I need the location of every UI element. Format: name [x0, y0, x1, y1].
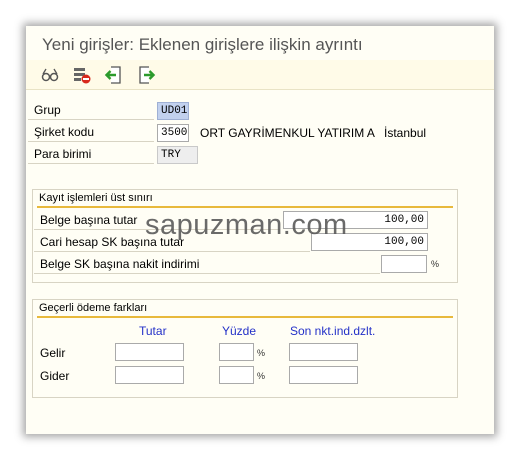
belge-tutar-field[interactable]: 100,00 [283, 211, 428, 229]
cari-hesap-field[interactable]: 100,00 [311, 233, 428, 251]
gelir-son-field[interactable] [289, 343, 358, 361]
toolbar [26, 60, 494, 90]
grup-field[interactable]: UD01 [157, 102, 189, 120]
para-birimi-field[interactable]: TRY [157, 146, 198, 164]
gelir-yuzde-field[interactable] [219, 343, 254, 361]
payment-divider [37, 316, 453, 318]
nakit-indirimi-label: Belge SK başına nakit indirimi [34, 255, 380, 274]
row-gelir-label: Gelir [40, 346, 66, 360]
gelir-percent-sign: % [257, 348, 266, 358]
limits-divider [37, 206, 453, 208]
nakit-indirimi-field[interactable] [381, 255, 427, 273]
glasses-icon[interactable] [40, 65, 60, 85]
gider-yuzde-field[interactable] [219, 366, 254, 384]
gelir-tutar-field[interactable] [115, 343, 184, 361]
payment-group-title: Geçerli ödeme farkları [39, 302, 148, 314]
sirket-name: ORT GAYRİMENKUL YATIRIM A [200, 126, 375, 140]
col-son-header: Son nkt.ind.dzlt. [290, 324, 376, 338]
gider-percent-sign: % [257, 371, 266, 381]
sirket-kodu-label: Şirket kodu [28, 123, 154, 142]
col-tutar-header: Tutar [139, 324, 167, 338]
para-birimi-label: Para birimi [28, 145, 154, 164]
title-bar: Yeni girişler: Eklenen girişlere ilişkin… [26, 26, 494, 60]
delete-entry-icon[interactable] [72, 65, 92, 85]
col-yuzde-header: Yüzde [222, 324, 257, 338]
window-title: Yeni girişler: Eklenen girişlere ilişkin… [42, 35, 363, 54]
detail-window: Yeni girişler: Eklenen girişlere ilişkin… [26, 26, 494, 434]
nakit-percent-sign: % [431, 259, 440, 269]
sirket-kodu-field[interactable]: 3500 [157, 124, 189, 142]
limits-group-title: Kayıt işlemleri üst sınırı [39, 192, 153, 204]
next-entry-icon[interactable] [136, 65, 156, 85]
cari-hesap-label: Cari hesap SK başına tutar [34, 233, 310, 252]
belge-tutar-label: Belge başına tutar [34, 211, 280, 230]
row-gider-label: Gider [40, 369, 70, 383]
grup-label: Grup [28, 101, 154, 120]
previous-entry-icon[interactable] [104, 65, 124, 85]
sirket-city: İstanbul [384, 126, 427, 140]
gider-tutar-field[interactable] [115, 366, 184, 384]
gider-son-field[interactable] [289, 366, 358, 384]
